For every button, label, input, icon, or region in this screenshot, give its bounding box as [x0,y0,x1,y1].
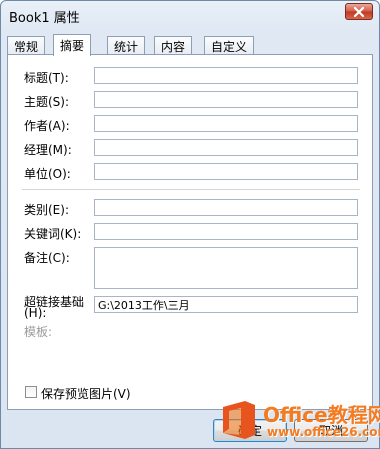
category-label: 类别(E): [24,203,69,217]
close-button[interactable] [345,3,373,20]
hyperlink-base-field[interactable] [94,296,358,313]
comments-field[interactable] [94,247,358,289]
window-title: Book1 属性 [9,11,80,26]
author-field[interactable] [94,115,358,132]
comments-label: 备注(C): [24,251,70,265]
manager-field[interactable] [94,139,358,156]
title-label: 标题(T): [24,71,69,85]
tab-general[interactable]: 常规 [7,36,46,55]
close-icon [354,6,364,17]
title-field[interactable] [94,67,358,84]
save-preview-label[interactable]: 保存预览图片(V) [41,385,131,402]
title-bar[interactable]: Book1 属性 [1,1,379,31]
company-field[interactable] [94,163,358,180]
tab-custom[interactable]: 自定义 [204,36,255,55]
subject-field[interactable] [94,91,358,108]
summary-panel: 标题(T): 主题(S): 作者(A): 经理(M): 单位(O): 类别(E)… [7,54,373,410]
keywords-field[interactable] [94,223,358,240]
office-logo-icon [223,401,255,439]
keywords-label: 关键词(K): [24,227,82,241]
watermark-url: www.office26.com [267,425,380,439]
template-label: 模板: [24,325,53,339]
subject-label: 主题(S): [24,95,70,109]
manager-label: 经理(M): [24,143,72,157]
properties-dialog: Book1 属性 常规 摘要 统计 内容 自定义 标题(T): 主题(S): 作… [0,0,380,449]
tab-statistics[interactable]: 统计 [107,36,146,55]
tab-contents[interactable]: 内容 [154,36,193,55]
watermark-title: Office教程网 [263,403,380,427]
site-watermark: Office教程网 www.office26.com [215,395,380,445]
author-label: 作者(A): [24,119,70,133]
section-divider [22,189,360,190]
save-preview-checkbox[interactable] [25,386,37,398]
category-field[interactable] [94,199,358,216]
company-label: 单位(O): [24,167,71,181]
tab-summary[interactable]: 摘要 [53,34,92,56]
hyperlink-base-label-hotkey: (H): [24,306,47,320]
